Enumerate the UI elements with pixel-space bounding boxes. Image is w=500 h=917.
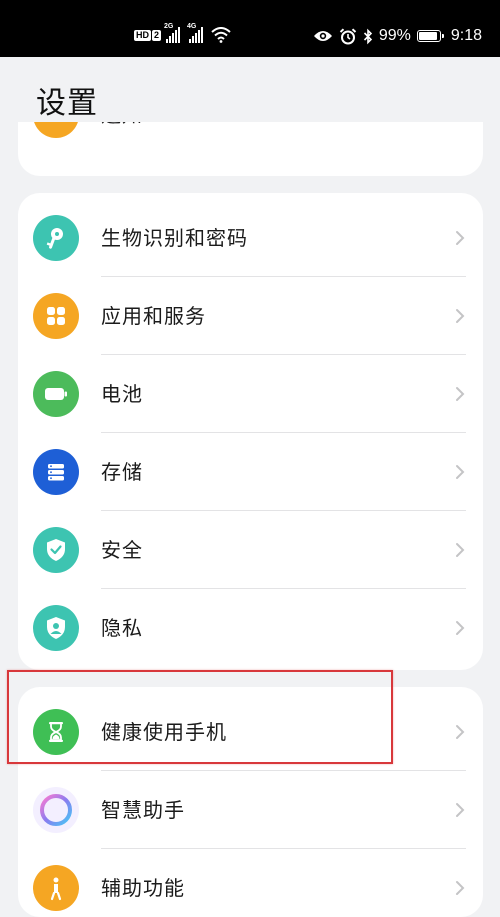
- accessibility-icon: [33, 865, 79, 911]
- bluetooth-icon: [363, 28, 372, 44]
- battery-icon: [416, 30, 444, 42]
- settings-item-label: 隐私: [101, 616, 143, 640]
- signal-sim1-icon: 2G: [164, 23, 181, 43]
- chevron-right-icon: [456, 309, 465, 323]
- settings-item-battery[interactable]: 电池: [18, 355, 483, 433]
- highlight-annotation-box: [7, 670, 393, 764]
- settings-item-biometrics[interactable]: 生物识别和密码: [18, 199, 483, 277]
- clock-time: 9:18: [450, 27, 482, 44]
- settings-item-security[interactable]: 安全: [18, 511, 483, 589]
- signal-sim2-icon: 4G: [187, 23, 204, 43]
- system-indicators: 99% 9:18: [313, 27, 482, 45]
- settings-item-privacy[interactable]: 隐私: [18, 589, 483, 667]
- chevron-right-icon: [456, 543, 465, 557]
- shield-icon: [33, 527, 79, 573]
- settings-item-label: 生物识别和密码: [101, 226, 248, 250]
- assistant-ring-icon: [33, 787, 79, 833]
- settings-item-label: 应用和服务: [101, 304, 206, 328]
- network-indicators: HD 2 2G 4G: [134, 23, 231, 43]
- page-title: 设置: [36, 86, 98, 121]
- apps-grid-icon: [33, 293, 79, 339]
- status-bar: HD 2 2G 4G 99% 9:18: [0, 0, 500, 57]
- alarm-icon: [339, 27, 357, 44]
- chevron-right-icon: [456, 465, 465, 479]
- settings-item-label: 辅助功能: [101, 876, 185, 900]
- settings-item-accessibility[interactable]: 辅助功能: [18, 849, 483, 917]
- chevron-right-icon: [456, 231, 465, 245]
- settings-item-label: 通知: [101, 122, 143, 154]
- privacy-icon: [33, 605, 79, 651]
- settings-item-notifications[interactable]: 通知: [18, 122, 483, 154]
- settings-item-smart-assistant[interactable]: 智慧助手: [18, 771, 483, 849]
- chevron-right-icon: [456, 803, 465, 817]
- settings-group-system: 生物识别和密码 应用和服务 电池 存储 安全 隐私: [18, 193, 483, 670]
- settings-item-label: 存储: [101, 460, 143, 484]
- chevron-right-icon: [455, 122, 465, 123]
- settings-item-storage[interactable]: 存储: [18, 433, 483, 511]
- chevron-right-icon: [456, 621, 465, 635]
- settings-item-label: 安全: [101, 538, 143, 562]
- hd-voice-icon: HD 2: [134, 29, 162, 41]
- settings-item-label: 智慧助手: [101, 798, 185, 822]
- key-icon: [33, 215, 79, 261]
- battery-percent: 99%: [378, 27, 411, 44]
- bell-icon: [33, 122, 79, 138]
- storage-icon: [33, 449, 79, 495]
- wifi-icon: [211, 27, 231, 43]
- chevron-right-icon: [456, 725, 465, 739]
- chevron-right-icon: [456, 881, 465, 895]
- chevron-right-icon: [456, 387, 465, 401]
- settings-group-notifications: 通知: [18, 122, 483, 176]
- battery-icon: [33, 371, 79, 417]
- settings-item-label: 电池: [101, 382, 143, 406]
- settings-item-apps-services[interactable]: 应用和服务: [18, 277, 483, 355]
- eye-icon: [313, 31, 332, 41]
